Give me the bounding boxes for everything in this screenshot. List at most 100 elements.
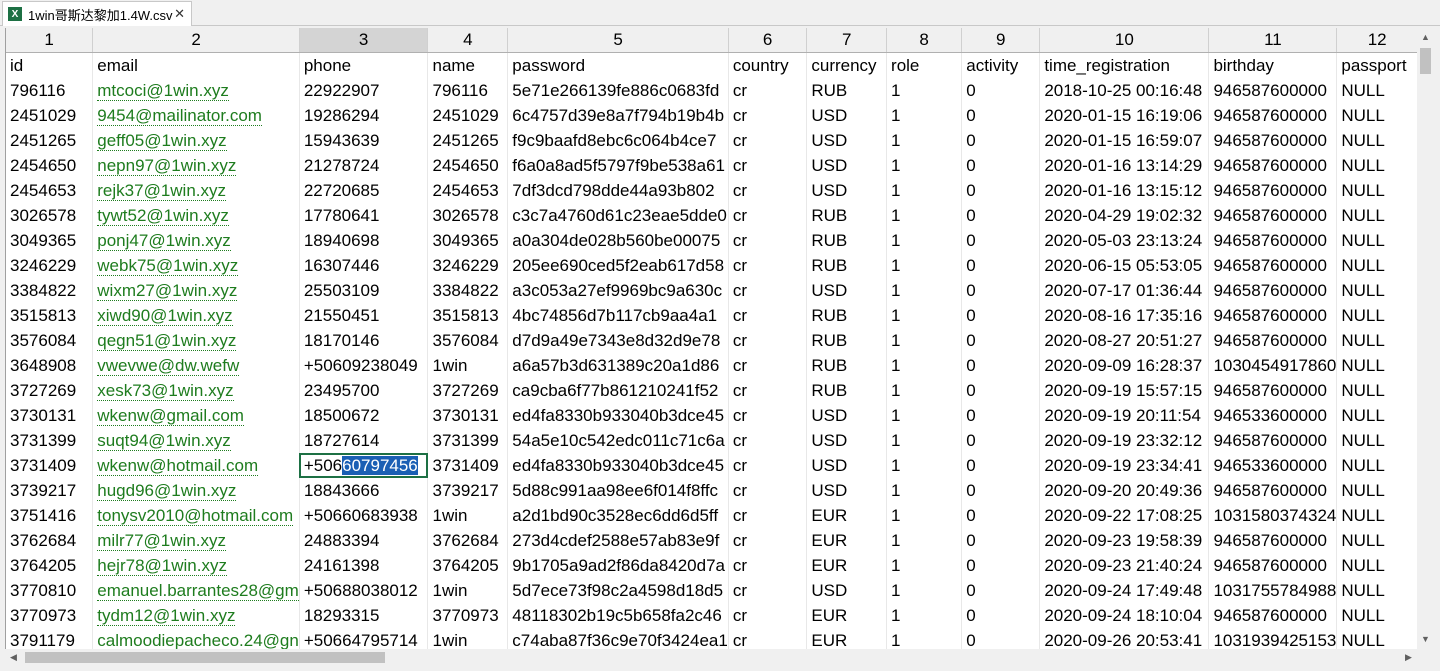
active-cell[interactable]: +50660797456: [299, 453, 429, 478]
table-cell[interactable]: RUB: [806, 303, 888, 328]
email-cell[interactable]: ponj47@1win.xyz: [92, 228, 300, 253]
table-cell[interactable]: 0: [961, 78, 1041, 103]
email-cell[interactable]: tonysv2010@hotmail.com: [92, 503, 300, 528]
table-cell[interactable]: NULL: [1336, 228, 1418, 253]
table-cell[interactable]: 946533600000: [1208, 453, 1338, 478]
field-name-cell[interactable]: time_registration: [1039, 52, 1210, 78]
table-cell[interactable]: 3770810: [6, 578, 94, 603]
table-cell[interactable]: 0: [961, 303, 1041, 328]
table-cell[interactable]: 1: [886, 128, 963, 153]
table-cell[interactable]: 18843666: [299, 478, 429, 503]
table-cell[interactable]: 3762684: [427, 528, 509, 553]
table-cell[interactable]: cr: [728, 78, 808, 103]
scroll-left-icon[interactable]: ◀: [5, 652, 22, 663]
table-cell[interactable]: NULL: [1336, 503, 1418, 528]
email-link[interactable]: tydm12@1win.xyz: [97, 606, 236, 626]
email-cell[interactable]: webk75@1win.xyz: [92, 253, 300, 278]
table-cell[interactable]: 2020-01-16 13:14:29: [1039, 153, 1210, 178]
email-cell[interactable]: hejr78@1win.xyz: [92, 553, 300, 578]
table-cell[interactable]: f6a0a8ad5f5797f9be538a61: [507, 153, 729, 178]
table-cell[interactable]: 3576084: [427, 328, 509, 353]
table-cell[interactable]: 796116: [6, 78, 94, 103]
table-cell[interactable]: 1win: [427, 628, 509, 649]
table-cell[interactable]: 3049365: [6, 228, 94, 253]
email-cell[interactable]: emanuel.barrantes28@gm: [92, 578, 300, 603]
email-link[interactable]: hugd96@1win.xyz: [97, 481, 237, 501]
table-cell[interactable]: 24161398: [299, 553, 429, 578]
table-cell[interactable]: 2020-06-15 05:53:05: [1039, 253, 1210, 278]
table-cell[interactable]: 1: [886, 378, 963, 403]
table-cell[interactable]: 2020-09-22 17:08:25: [1039, 503, 1210, 528]
table-cell[interactable]: 2020-08-16 17:35:16: [1039, 303, 1210, 328]
table-cell[interactable]: cr: [728, 553, 808, 578]
table-cell[interactable]: 22720685: [299, 178, 429, 203]
table-cell[interactable]: cr: [728, 103, 808, 128]
email-link[interactable]: xiwd90@1win.xyz: [97, 306, 233, 326]
table-cell[interactable]: 0: [961, 353, 1041, 378]
email-cell[interactable]: xiwd90@1win.xyz: [92, 303, 300, 328]
table-cell[interactable]: cr: [728, 203, 808, 228]
table-cell[interactable]: NULL: [1336, 578, 1418, 603]
table-cell[interactable]: cr: [728, 578, 808, 603]
horizontal-scroll-thumb[interactable]: [25, 652, 385, 663]
table-cell[interactable]: NULL: [1336, 553, 1418, 578]
table-cell[interactable]: 5e71e266139fe886c0683fd: [507, 78, 729, 103]
column-header-4[interactable]: 4: [427, 28, 509, 53]
table-cell[interactable]: 2020-01-16 13:15:12: [1039, 178, 1210, 203]
email-cell[interactable]: mtcoci@1win.xyz: [92, 78, 300, 103]
table-cell[interactable]: 1: [886, 103, 963, 128]
table-cell[interactable]: 0: [961, 103, 1041, 128]
table-cell[interactable]: cr: [728, 153, 808, 178]
email-link[interactable]: wixm27@1win.xyz: [97, 281, 238, 301]
table-cell[interactable]: 3576084: [6, 328, 94, 353]
table-cell[interactable]: NULL: [1336, 203, 1418, 228]
table-cell[interactable]: 0: [961, 478, 1041, 503]
file-tab[interactable]: X 1win哥斯达黎加1.4W.csv ✕: [2, 1, 192, 26]
table-cell[interactable]: cr: [728, 453, 808, 478]
table-cell[interactable]: EUR: [806, 528, 888, 553]
email-cell[interactable]: nepn97@1win.xyz: [92, 153, 300, 178]
email-link[interactable]: geff05@1win.xyz: [97, 131, 227, 151]
table-cell[interactable]: 2454653: [6, 178, 94, 203]
table-cell[interactable]: 946587600000: [1208, 303, 1338, 328]
table-cell[interactable]: 946587600000: [1208, 178, 1338, 203]
table-cell[interactable]: 0: [961, 403, 1041, 428]
table-cell[interactable]: 946587600000: [1208, 478, 1338, 503]
table-cell[interactable]: 946587600000: [1208, 103, 1338, 128]
table-cell[interactable]: NULL: [1336, 528, 1418, 553]
table-cell[interactable]: RUB: [806, 253, 888, 278]
table-cell[interactable]: 0: [961, 203, 1041, 228]
table-cell[interactable]: 1win: [427, 353, 509, 378]
table-cell[interactable]: 946533600000: [1208, 403, 1338, 428]
table-cell[interactable]: 3648908: [6, 353, 94, 378]
table-cell[interactable]: a0a304de028b560be00075: [507, 228, 729, 253]
table-cell[interactable]: ed4fa8330b933040b3dce45: [507, 453, 729, 478]
table-cell[interactable]: 0: [961, 278, 1041, 303]
table-cell[interactable]: 1031580374324: [1208, 503, 1338, 528]
close-icon[interactable]: ✕: [174, 6, 185, 22]
table-cell[interactable]: 1: [886, 553, 963, 578]
table-cell[interactable]: 946587600000: [1208, 428, 1338, 453]
table-cell[interactable]: 0: [961, 153, 1041, 178]
email-cell[interactable]: tywt52@1win.xyz: [92, 203, 300, 228]
table-cell[interactable]: 1: [886, 328, 963, 353]
table-cell[interactable]: 273d4cdef2588e57ab83e9f: [507, 528, 729, 553]
email-link[interactable]: ponj47@1win.xyz: [97, 231, 231, 251]
table-cell[interactable]: 1: [886, 253, 963, 278]
table-cell[interactable]: 18940698: [299, 228, 429, 253]
table-cell[interactable]: 2020-09-23 21:40:24: [1039, 553, 1210, 578]
table-cell[interactable]: NULL: [1336, 353, 1418, 378]
table-cell[interactable]: +50660683938: [299, 503, 429, 528]
email-link[interactable]: tonysv2010@hotmail.com: [97, 506, 294, 526]
table-cell[interactable]: 2454650: [427, 153, 509, 178]
table-cell[interactable]: USD: [806, 153, 888, 178]
column-header-10[interactable]: 10: [1039, 28, 1210, 53]
vertical-scrollbar[interactable]: ▲ ▼: [1417, 28, 1434, 649]
table-cell[interactable]: NULL: [1336, 403, 1418, 428]
table-cell[interactable]: RUB: [806, 353, 888, 378]
table-cell[interactable]: NULL: [1336, 103, 1418, 128]
table-cell[interactable]: EUR: [806, 603, 888, 628]
field-name-cell[interactable]: name: [427, 52, 509, 78]
table-cell[interactable]: NULL: [1336, 128, 1418, 153]
table-cell[interactable]: 1: [886, 228, 963, 253]
